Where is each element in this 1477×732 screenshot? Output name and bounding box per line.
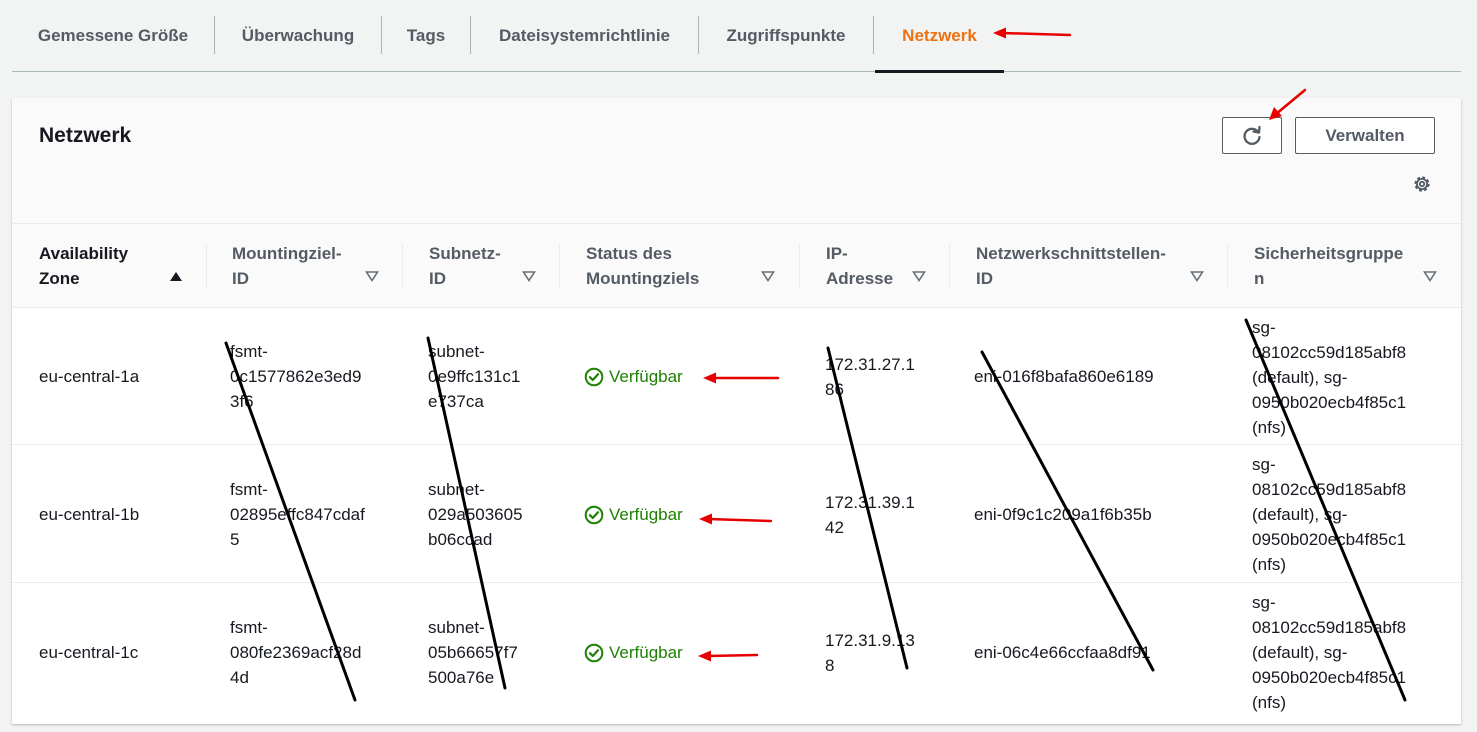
table-row: eu-central-1a fsmt- 0c1577862e3ed9 3f6 s…	[12, 308, 1461, 445]
column-header-availability-zone[interactable]: Availability Zone	[39, 241, 199, 291]
tab-bar: Gemessene Größe Überwachung Tags Dateisy…	[12, 0, 1461, 73]
status-label: Verfügbar	[609, 643, 683, 662]
column-header-mount-target-id[interactable]: Mountingziel- ID	[232, 241, 382, 291]
subnet-id-cell: subnet- 029a503605 b06ccad	[428, 480, 523, 549]
security-groups-cell: sg- 08102cc59d185abf8 (default), sg- 095…	[1252, 318, 1407, 437]
check-circle-icon	[584, 367, 604, 386]
security-groups-cell: sg- 08102cc59d185abf8 (default), sg- 095…	[1252, 455, 1407, 574]
sort-icon[interactable]	[1190, 270, 1204, 282]
manage-button[interactable]: Verwalten	[1295, 117, 1435, 154]
tab-netzwerk[interactable]: Netzwerk	[875, 0, 1004, 73]
status-cell: Verfügbar	[584, 640, 683, 665]
network-interface-id-cell: eni-0f9c1c209a1f6b35b	[974, 505, 1152, 524]
mount-target-id-cell: fsmt- 080fe2369acf28d 4d	[230, 618, 362, 687]
mount-target-id-cell: fsmt- 02895effc847cdaf 5	[230, 480, 365, 549]
column-header-network-interface-id[interactable]: Netzwerkschnittstellen- ID	[976, 241, 1196, 291]
az-cell: eu-central-1b	[39, 505, 140, 524]
column-divider	[559, 244, 560, 288]
check-circle-icon	[584, 643, 604, 662]
check-circle-icon	[584, 505, 604, 524]
ip-address-cell: 172.31.39.1 42	[825, 493, 915, 537]
gear-icon[interactable]	[1411, 173, 1433, 195]
tab-gemessene-groesse[interactable]: Gemessene Größe	[12, 0, 214, 72]
network-interface-id-cell: eni-016f8bafa860e6189	[974, 367, 1154, 386]
column-divider	[799, 244, 800, 288]
column-divider	[206, 244, 207, 288]
sort-icon[interactable]	[1423, 270, 1437, 282]
column-header-ip-address[interactable]: IP- Adresse	[826, 241, 926, 291]
network-panel: Netzwerk Verwalten Availability Zone Mou…	[12, 98, 1461, 724]
subnet-id-cell: subnet- 0e9ffc131c1 e737ca	[428, 342, 521, 411]
panel-title: Netzwerk	[39, 124, 132, 147]
sort-icon[interactable]	[912, 270, 926, 282]
tab-dateisystemrichtlinie[interactable]: Dateisystemrichtlinie	[471, 0, 698, 72]
column-header-security-groups[interactable]: Sicherheitsgruppe n	[1254, 241, 1434, 291]
status-cell: Verfügbar	[584, 502, 683, 527]
sort-icon[interactable]	[522, 270, 536, 282]
column-divider	[402, 244, 403, 288]
column-divider	[1227, 244, 1228, 288]
status-cell: Verfügbar	[584, 364, 683, 389]
az-cell: eu-central-1a	[39, 367, 140, 386]
status-label: Verfügbar	[609, 367, 683, 386]
ip-address-cell: 172.31.27.1 86	[825, 355, 915, 399]
panel-header: Netzwerk Verwalten	[12, 98, 1461, 224]
column-divider	[949, 244, 950, 288]
mount-target-id-cell: fsmt- 0c1577862e3ed9 3f6	[230, 342, 362, 411]
refresh-button[interactable]	[1222, 117, 1282, 154]
refresh-icon	[1243, 125, 1261, 145]
table-row: eu-central-1c fsmt- 080fe2369acf28d 4d s…	[12, 584, 1461, 721]
tab-divider	[873, 16, 874, 54]
sort-icon[interactable]	[365, 270, 379, 282]
column-header-subnet-id[interactable]: Subnetz- ID	[429, 241, 539, 291]
column-header-mount-target-status[interactable]: Status des Mountingziels	[586, 241, 776, 291]
status-label: Verfügbar	[609, 505, 683, 524]
table-row: eu-central-1b fsmt- 02895effc847cdaf 5 s…	[12, 446, 1461, 583]
tab-ueberwachung[interactable]: Überwachung	[215, 0, 381, 72]
network-interface-id-cell: eni-06c4e66ccfaa8df91	[974, 643, 1151, 662]
table-header: Availability Zone Mountingziel- ID Subne…	[12, 224, 1461, 308]
subnet-id-cell: subnet- 05b66657f7 500a76e	[428, 618, 518, 687]
tab-tags[interactable]: Tags	[382, 0, 470, 72]
security-groups-cell: sg- 08102cc59d185abf8 (default), sg- 095…	[1252, 593, 1407, 712]
sort-ascending-icon[interactable]	[169, 270, 183, 282]
az-cell: eu-central-1c	[39, 643, 139, 662]
tab-zugriffspunkte[interactable]: Zugriffspunkte	[699, 0, 873, 72]
ip-address-cell: 172.31.9.13 8	[825, 631, 915, 675]
sort-icon[interactable]	[761, 270, 775, 282]
